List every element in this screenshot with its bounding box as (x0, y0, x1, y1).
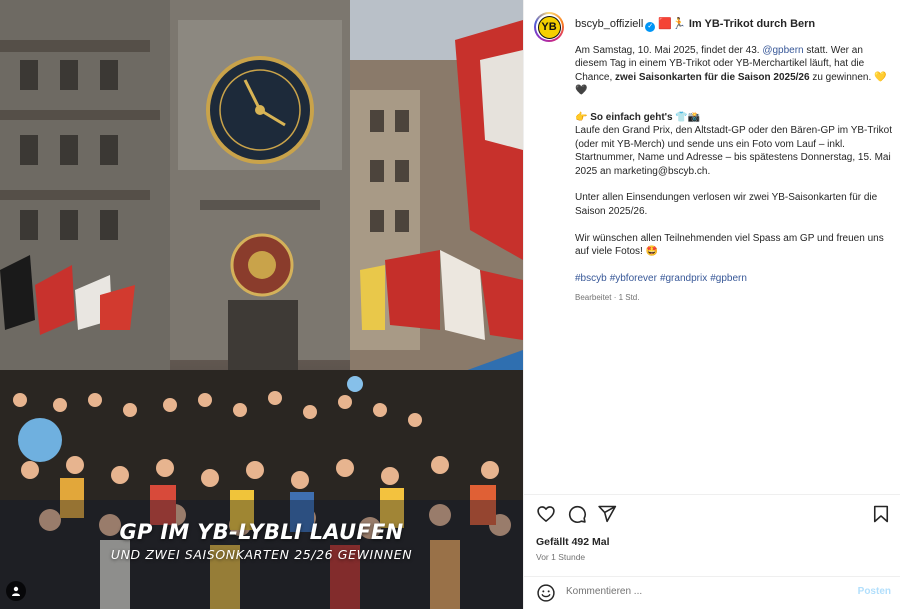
tagged-users-button[interactable] (6, 581, 26, 601)
comment-input[interactable]: Kommentieren ... (566, 586, 642, 597)
caption-paragraph-2: 👉 So einfach geht's 👕📸 Laufe den Grand P… (575, 111, 893, 178)
caption-text: Am Samstag, 10. Mai 2025, findet der 43. (575, 45, 763, 56)
caption-body: Am Samstag, 10. Mai 2025, findet der 43.… (575, 44, 893, 304)
action-bar (536, 504, 891, 526)
caption-paragraph-3: Unter allen Einsendungen verlosen wir zw… (575, 192, 878, 217)
image-overlay-subtitle: UND ZWEI SAISONKARTEN 25/26 GEWINNEN (110, 547, 413, 562)
image-overlay-title: GP IM YB-LYBLI LAUFEN (119, 520, 404, 544)
caption-paragraph-1: Am Samstag, 10. Mai 2025, findet der 43.… (575, 44, 893, 98)
post-detail-panel: YB bscyb_offiziell ✓ 🟥🏃 Im YB-Trikot durc… (523, 0, 900, 609)
headline-emojis: 🟥🏃 (658, 18, 686, 30)
hashtag-list: #bscyb #ybforever #grandprix #gpbern (575, 272, 893, 285)
hashtag-link[interactable]: #ybforever (610, 273, 657, 284)
heart-icon[interactable] (536, 504, 556, 524)
post-comment-button[interactable]: Posten (858, 586, 891, 597)
hashtag-link[interactable]: #gpbern (710, 273, 747, 284)
caption-headline: Im YB-Trikot durch Bern (688, 18, 816, 30)
post-time[interactable]: Vor 1 Stunde (536, 552, 585, 562)
bookmark-icon[interactable] (871, 504, 891, 524)
avatar[interactable]: YB (534, 12, 564, 42)
edited-timestamp: Bearbeitet · 1 Std. (575, 292, 640, 302)
comment-icon[interactable] (567, 504, 587, 524)
caption-paragraph-4: Wir wünschen allen Teilnehmenden viel Sp… (575, 232, 884, 258)
caption-bold: zwei Saisonkarten für die Saison 2025/26 (615, 71, 810, 83)
caption-text: Laufe den Grand Prix, den Altstadt-GP od… (575, 125, 893, 177)
caption-header: bscyb_offiziell ✓ 🟥🏃 Im YB-Trikot durch B… (575, 17, 815, 32)
yb-logo-icon: YB (537, 15, 561, 39)
verified-badge-icon: ✓ (645, 22, 656, 32)
person-icon (12, 586, 20, 596)
divider (524, 494, 900, 495)
post-image[interactable]: GP IM YB-LYBLI LAUFEN UND ZWEI SAISONKAR… (0, 0, 523, 609)
emoji-icon[interactable] (536, 583, 556, 603)
hashtag-link[interactable]: #grandprix (660, 273, 707, 284)
like-count[interactable]: Gefällt 492 Mal (536, 536, 610, 548)
bern-street-photo (0, 0, 523, 609)
share-icon[interactable] (597, 504, 617, 524)
hashtag-link[interactable]: #bscyb (575, 273, 607, 284)
username-link[interactable]: bscyb_offiziell (575, 18, 643, 30)
comment-bar: Kommentieren ... Posten (524, 577, 900, 609)
caption-subheading: 👉 So einfach geht's 👕📸 (575, 112, 701, 124)
mention-link-gpbern[interactable]: @gpbern (762, 45, 803, 56)
